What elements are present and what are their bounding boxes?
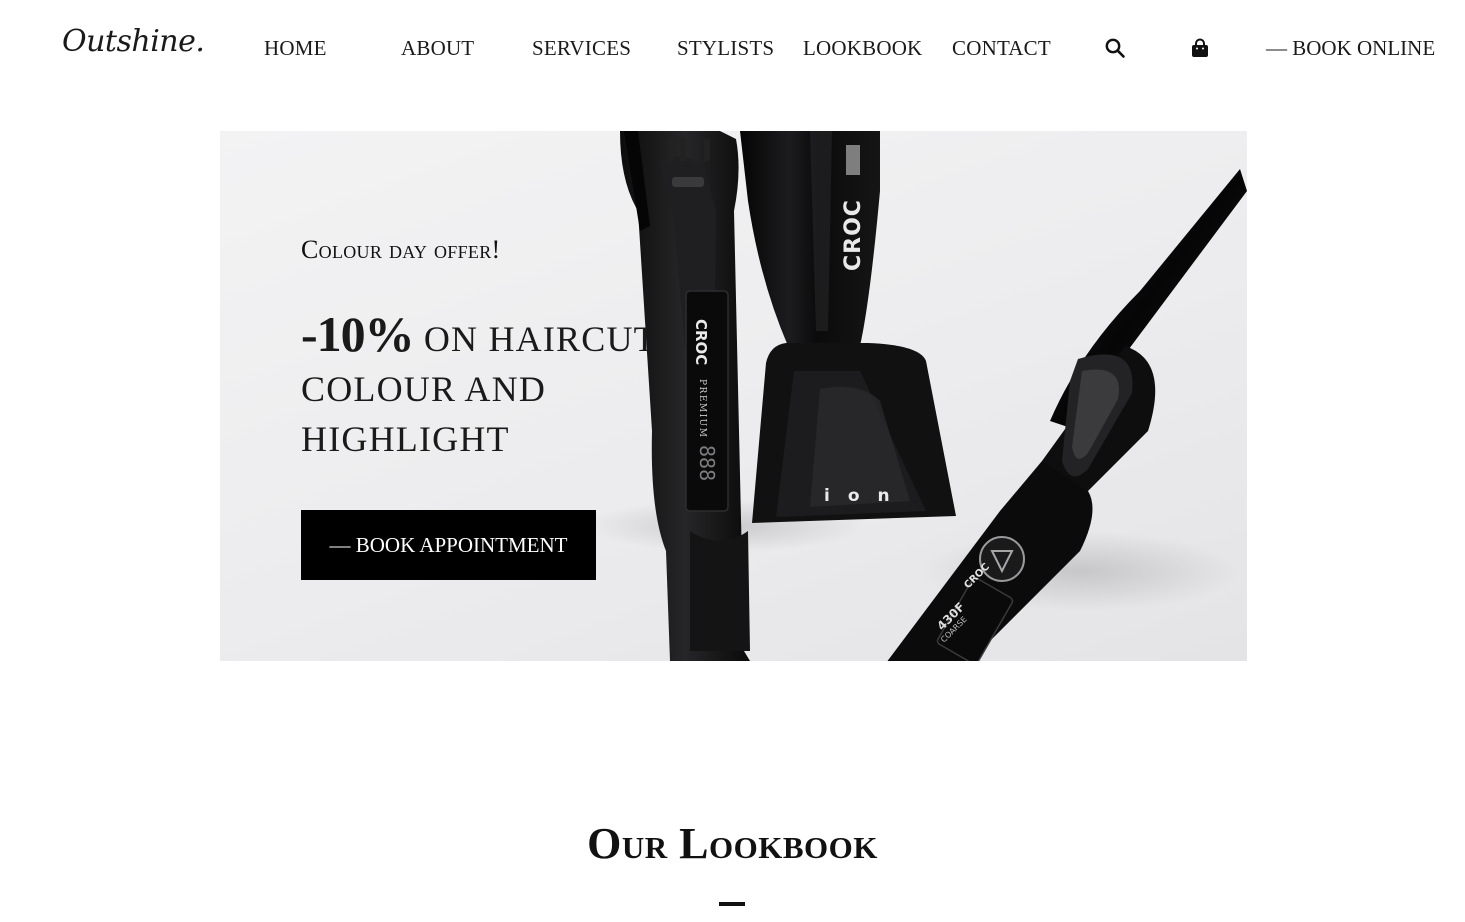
nav-item-contact[interactable]: CONTACT [952, 36, 1051, 61]
discount-value: -10% [301, 306, 415, 362]
nav-item-home[interactable]: HOME [264, 36, 327, 61]
section-divider [719, 902, 745, 906]
book-appointment-button[interactable]: — BOOK APPOINTMENT [301, 510, 596, 580]
headline-line-1: on haircut [423, 319, 657, 359]
straightener-premium-text: PREMIUM [697, 379, 707, 438]
offer-label: Colour day offer! [301, 235, 501, 264]
straightener-brand-text: CROC [692, 319, 710, 365]
site-header: Outshine. HOME ABOUT SERVICES STYLISTS L… [0, 0, 1465, 96]
nav-item-stylists[interactable]: STYLISTS [677, 36, 774, 61]
hero-banner: CROC ion CROC PREMIUM 888 CROC 430F COAR… [220, 131, 1247, 661]
search-icon[interactable] [1104, 37, 1126, 59]
nav-item-lookbook[interactable]: LOOKBOOK [803, 36, 922, 61]
shopping-bag-icon[interactable] [1189, 37, 1211, 59]
hair-dryer-graphic: CROC ion [740, 131, 956, 523]
lookbook-title: Our Lookbook [587, 819, 878, 868]
brand-logo[interactable]: Outshine. [62, 24, 205, 59]
dryer-brand-text: CROC [841, 199, 866, 271]
headline-line-3: highlight [301, 419, 510, 459]
headline-line-2: colour and [301, 369, 547, 409]
straightener-display-text: 888 [695, 445, 719, 481]
book-online-link[interactable]: — BOOK ONLINE [1266, 36, 1435, 61]
dryer-ion-text: ion [824, 486, 908, 506]
nav-item-about[interactable]: ABOUT [401, 36, 474, 61]
nav-item-services[interactable]: SERVICES [532, 36, 631, 61]
hero-headline: -10% on haircut colour and highlight [301, 309, 681, 464]
